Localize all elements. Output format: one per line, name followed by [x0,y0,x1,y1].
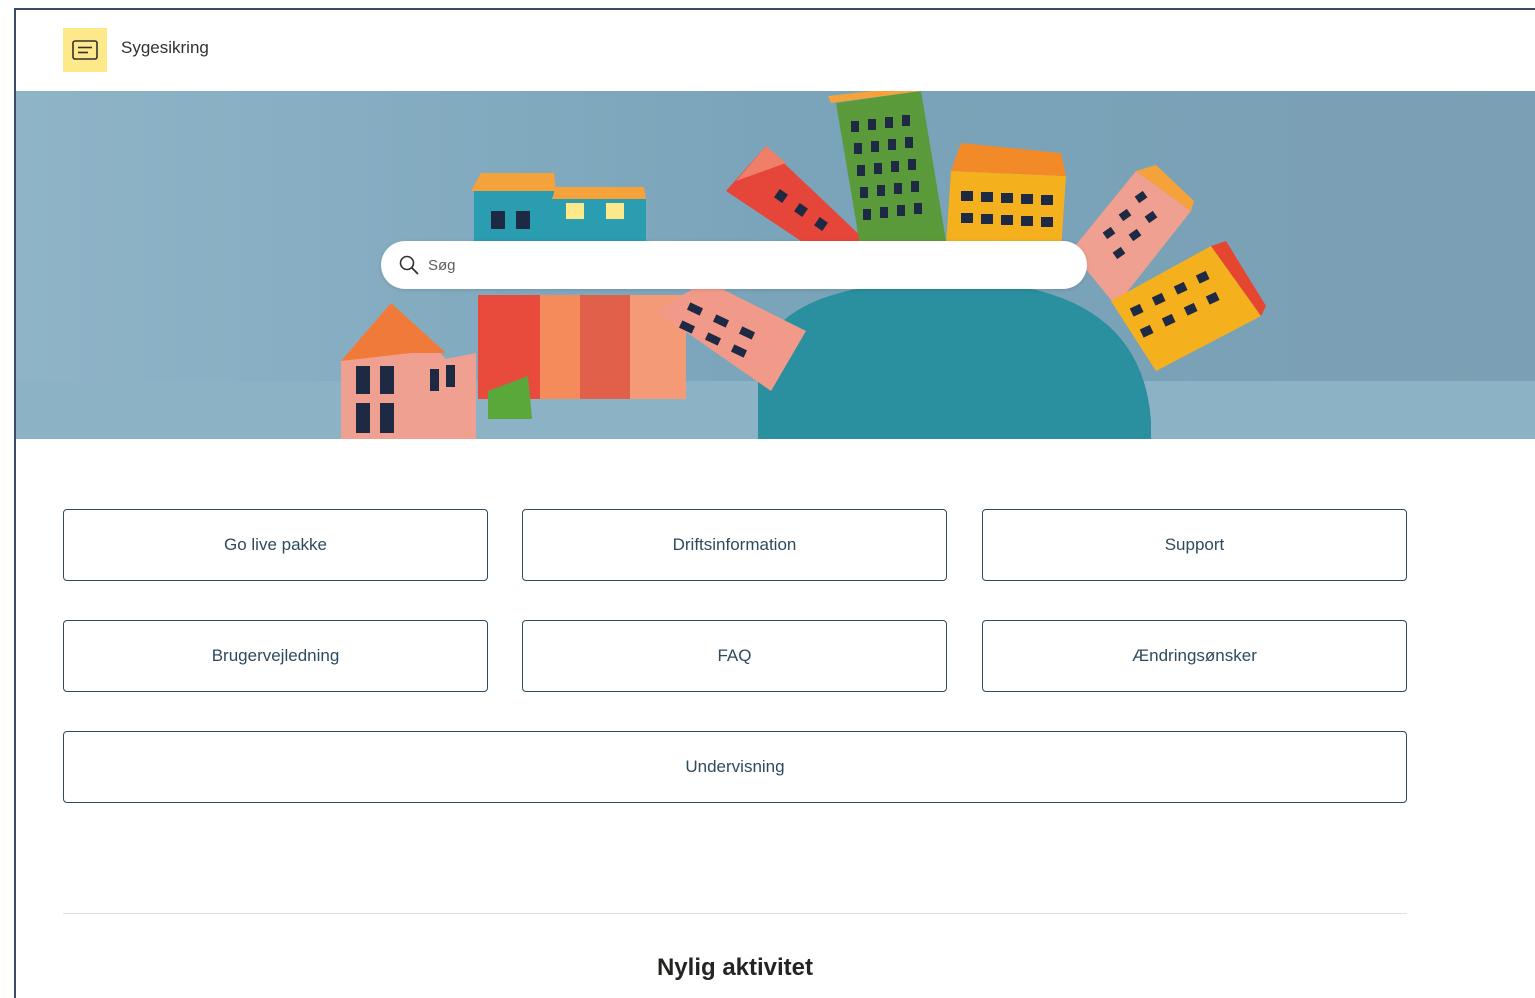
site-header: Sygesikring [16,10,1535,91]
link-button-brugervejledning[interactable]: Brugervejledning [63,620,488,692]
link-button-faq[interactable]: FAQ [522,620,947,692]
recent-activity-heading: Nylig aktivitet [656,954,814,981]
site-logo[interactable] [63,28,107,72]
section-divider [63,913,1407,914]
search-box[interactable] [381,241,1087,289]
link-button-undervisning[interactable]: Undervisning [63,731,1407,803]
site-title[interactable]: Sygesikring [121,38,209,58]
link-button-aendringsonsker[interactable]: Ændringsønsker [982,620,1407,692]
page-frame: Sygesikring Søg Go live pakke Driftsinfo… [14,8,1535,998]
search-icon [399,255,419,275]
hero-banner [16,91,1535,439]
link-button-support[interactable]: Support [982,509,1407,581]
search-input[interactable] [426,255,1050,275]
message-lines-icon [72,40,98,60]
link-button-go-live-pakke[interactable]: Go live pakke [63,509,488,581]
link-button-driftsinformation[interactable]: Driftsinformation [522,509,947,581]
